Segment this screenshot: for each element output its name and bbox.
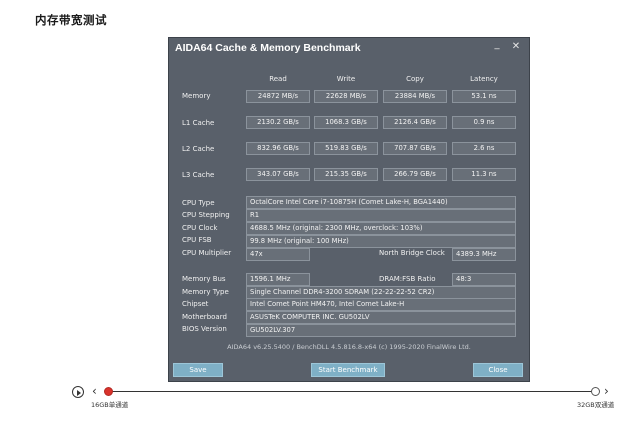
minimize-button[interactable]: _ (490, 38, 504, 52)
window-titlebar: AIDA64 Cache & Memory Benchmark _ ✕ (169, 38, 529, 60)
chevron-right-icon[interactable]: › (604, 384, 609, 398)
slider-end-marker[interactable] (591, 387, 600, 396)
l2-write-value: 519.83 GB/s (314, 142, 378, 155)
l2-latency-value: 2.6 ns (452, 142, 516, 155)
column-header-copy: Copy (406, 75, 424, 83)
dram-fsb-ratio-value: 48:3 (452, 273, 516, 286)
slider-track[interactable] (109, 391, 596, 392)
slider-handle[interactable] (104, 387, 113, 396)
slider-right-label: 32GB双通道 (577, 401, 615, 409)
column-header-read: Read (269, 75, 287, 83)
row-label-l1-cache: L1 Cache (182, 119, 215, 127)
column-header-write: Write (336, 75, 356, 83)
l1-read-value: 2130.2 GB/s (246, 116, 310, 129)
motherboard-value: ASUSTeK COMPUTER INC. GU502LV (246, 311, 516, 324)
cpu-stepping-value: R1 (246, 209, 516, 222)
bios-version-label: BIOS Version (182, 325, 227, 333)
cpu-multiplier-value: 47x (246, 248, 310, 261)
memory-bus-label: Memory Bus (182, 275, 226, 283)
close-button[interactable]: Close (473, 363, 523, 377)
l3-write-value: 215.35 GB/s (314, 168, 378, 181)
l1-latency-value: 0.9 ns (452, 116, 516, 129)
memory-latency-value: 53.1 ns (452, 90, 516, 103)
l3-read-value: 343.07 GB/s (246, 168, 310, 181)
cpu-stepping-label: CPU Stepping (182, 211, 230, 219)
row-label-l3-cache: L3 Cache (182, 171, 215, 179)
l2-copy-value: 707.87 GB/s (383, 142, 447, 155)
save-button[interactable]: Save (173, 363, 223, 377)
cpu-type-value: OctalCore Intel Core i7-10875H (Comet La… (246, 196, 516, 209)
chipset-label: Chipset (182, 300, 209, 308)
page-title: 内存带宽测试 (35, 13, 107, 27)
l2-read-value: 832.96 GB/s (246, 142, 310, 155)
cpu-multiplier-label: CPU Multiplier (182, 249, 232, 257)
north-bridge-clock-label: North Bridge Clock (379, 249, 445, 257)
memory-write-value: 22628 MB/s (314, 90, 378, 103)
chipset-value: Intel Comet Point HM470, Intel Comet Lak… (246, 298, 516, 311)
play-icon[interactable] (72, 386, 84, 398)
north-bridge-clock-value: 4389.3 MHz (452, 248, 516, 261)
memory-bus-value: 1596.1 MHz (246, 273, 310, 286)
chevron-left-icon[interactable]: ‹ (92, 384, 97, 398)
dram-fsb-ratio-label: DRAM:FSB Ratio (379, 275, 436, 283)
l1-copy-value: 2126.4 GB/s (383, 116, 447, 129)
memory-read-value: 24872 MB/s (246, 90, 310, 103)
l3-latency-value: 11.3 ns (452, 168, 516, 181)
comparison-slider: ‹ › 16GB单通道 32GB双通道 (0, 380, 640, 421)
cpu-type-label: CPU Type (182, 199, 215, 207)
bios-version-value: GU502LV.307 (246, 324, 516, 337)
version-footer: AIDA64 v6.25.5400 / BenchDLL 4.5.816.8-x… (227, 343, 471, 351)
cpu-fsb-label: CPU FSB (182, 236, 212, 244)
l1-write-value: 1068.3 GB/s (314, 116, 378, 129)
motherboard-label: Motherboard (182, 313, 227, 321)
row-label-memory: Memory (182, 92, 211, 100)
window-title: AIDA64 Cache & Memory Benchmark (175, 42, 361, 54)
memory-type-label: Memory Type (182, 288, 229, 296)
close-window-button[interactable]: ✕ (509, 40, 523, 54)
benchmark-window: AIDA64 Cache & Memory Benchmark _ ✕ Read… (168, 37, 530, 382)
memory-copy-value: 23884 MB/s (383, 90, 447, 103)
cpu-clock-label: CPU Clock (182, 224, 218, 232)
row-label-l2-cache: L2 Cache (182, 145, 215, 153)
column-header-latency: Latency (470, 75, 498, 83)
cpu-fsb-value: 99.8 MHz (original: 100 MHz) (246, 235, 516, 248)
cpu-clock-value: 4688.5 MHz (original: 2300 MHz, overcloc… (246, 222, 516, 235)
start-benchmark-button[interactable]: Start Benchmark (311, 363, 385, 377)
l3-copy-value: 266.79 GB/s (383, 168, 447, 181)
slider-left-label: 16GB单通道 (91, 401, 129, 409)
